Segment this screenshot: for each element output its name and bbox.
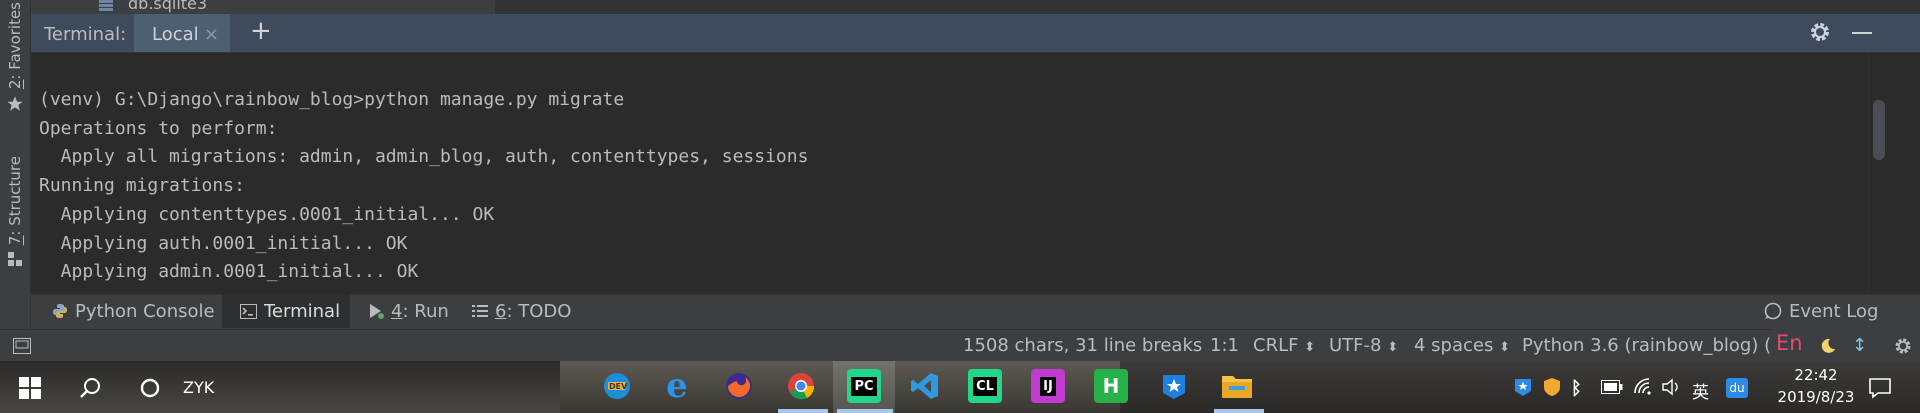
terminal-line: Operations to perform: [39, 117, 278, 139]
star-app-icon[interactable] [1157, 369, 1191, 403]
caret-position[interactable]: 1:1 [1210, 335, 1239, 356]
scrollbar-track[interactable] [1868, 53, 1920, 293]
settings-icon[interactable] [1893, 336, 1913, 356]
terminal-line: Running migrations: [39, 175, 245, 197]
structure-tab[interactable]: 7: Structure [2, 156, 28, 267]
scrollbar-thumb[interactable] [1873, 100, 1885, 160]
bluetooth-icon[interactable]: ᛒ [1571, 378, 1582, 399]
line-separator-select[interactable]: CRLF ⬍ [1253, 335, 1315, 356]
tab-local-label[interactable]: Local [152, 24, 199, 45]
tray-app-icon[interactable] [1513, 377, 1533, 397]
project-panel [31, 0, 1920, 14]
dev-label: DEV [609, 382, 628, 391]
char-count: 1508 chars, 31 line breaks [963, 335, 1203, 356]
add-tab-icon[interactable]: + [250, 18, 272, 44]
todo-list-icon [472, 304, 488, 318]
tab-run[interactable]: 4: Run [368, 294, 449, 328]
ime-mode-indicator[interactable]: 英 [1692, 378, 1709, 403]
terminal-line: Applying contenttypes.0001_initial... OK [39, 203, 495, 225]
baidu-icon[interactable]: du [1726, 378, 1748, 398]
terminal-line: Applying admin.0001_initial... OK [39, 261, 419, 283]
close-icon[interactable]: × [204, 24, 219, 45]
terminal-line: Applying auth.0001_initial... OK [39, 232, 408, 254]
tab-terminal[interactable]: Terminal [240, 294, 340, 328]
pycharm-label: PC [851, 376, 877, 396]
interpreter-select[interactable]: Python 3.6 (rainbow_blog) (2 [1522, 335, 1783, 356]
gear-icon[interactable] [1808, 20, 1832, 44]
chrome-running-indicator [778, 409, 828, 413]
wifi-icon[interactable] [1633, 377, 1653, 397]
project-file-name[interactable]: db.sqlite3 [128, 0, 207, 13]
edge-icon[interactable]: e [660, 366, 694, 406]
terminal-line: (venv) G:\Django\rainbow_blog>python man… [39, 89, 625, 110]
shield-icon[interactable] [1543, 377, 1561, 397]
minimize-icon[interactable] [1852, 32, 1872, 34]
windows-taskbar [0, 361, 1920, 413]
tab-todo[interactable]: 6: TODO [472, 294, 571, 328]
cortana-icon[interactable] [139, 377, 161, 399]
updown-icon: ⬍ [1304, 340, 1316, 355]
intellij-icon[interactable]: IJ [1031, 369, 1065, 403]
volume-icon[interactable] [1661, 378, 1681, 396]
event-log-icon [1764, 302, 1782, 320]
run-icon [368, 303, 384, 319]
vscode-icon[interactable] [908, 369, 942, 403]
database-icon [99, 0, 113, 11]
battery-icon[interactable] [1601, 380, 1623, 394]
explorer-running-indicator [1214, 409, 1264, 413]
favorites-label: 2: Favorites [6, 2, 24, 90]
user-name[interactable]: ZYK [183, 378, 214, 397]
tab-event-log[interactable]: Event Log [1764, 294, 1878, 328]
search-icon[interactable] [78, 376, 102, 400]
structure-label: 7: Structure [6, 156, 24, 246]
terminal-header [31, 14, 1920, 53]
terminal-line: Apply all migrations: admin, admin_blog,… [39, 146, 809, 168]
pycharm-icon[interactable]: PC [847, 369, 881, 403]
updown-icon: ⬍ [1499, 340, 1510, 355]
chrome-icon[interactable] [784, 369, 818, 403]
pycharm-running-indicator [837, 409, 893, 413]
file-explorer-icon[interactable] [1220, 369, 1254, 403]
structure-icon [8, 252, 22, 267]
firefox-icon[interactable] [722, 369, 756, 403]
run-label: 4: Run [391, 300, 449, 322]
star-icon [7, 96, 23, 111]
intellij-label: IJ [1040, 376, 1056, 396]
toggle-tool-windows-icon[interactable] [13, 338, 31, 354]
action-center-icon[interactable] [1868, 376, 1892, 400]
encoding-select[interactable]: UTF-8 ⬍ [1329, 335, 1398, 356]
todo-label: 6: TODO [495, 300, 572, 322]
updown-icon: ⬍ [1387, 340, 1399, 355]
clock-date[interactable]: 2019/8/23 [1768, 388, 1864, 406]
spinner-icon: ↕ [1852, 335, 1868, 356]
clion-label: CL [973, 376, 997, 396]
terminal-title: Terminal: [44, 24, 127, 45]
hbuilder-icon[interactable]: H [1094, 369, 1128, 403]
tab-python-console[interactable]: Python Console [52, 294, 215, 328]
terminal-output[interactable]: (venv) G:\Django\rainbow_blog>python man… [39, 86, 808, 287]
favorites-tab[interactable]: 2: Favorites [2, 2, 28, 113]
moon-icon[interactable] [1818, 337, 1836, 355]
event-log-label: Event Log [1789, 300, 1879, 322]
windows-start-icon[interactable] [19, 377, 41, 399]
ime-language[interactable]: En [1776, 331, 1803, 355]
python-icon [52, 303, 68, 319]
clion-icon[interactable]: CL [968, 369, 1002, 403]
clock-time[interactable]: 22:42 [1768, 366, 1864, 384]
indent-select[interactable]: 4 spaces ⬍ [1414, 335, 1510, 356]
terminal-icon [240, 303, 257, 319]
python-console-label: Python Console [75, 300, 215, 322]
terminal-tab-label: Terminal [264, 300, 341, 322]
